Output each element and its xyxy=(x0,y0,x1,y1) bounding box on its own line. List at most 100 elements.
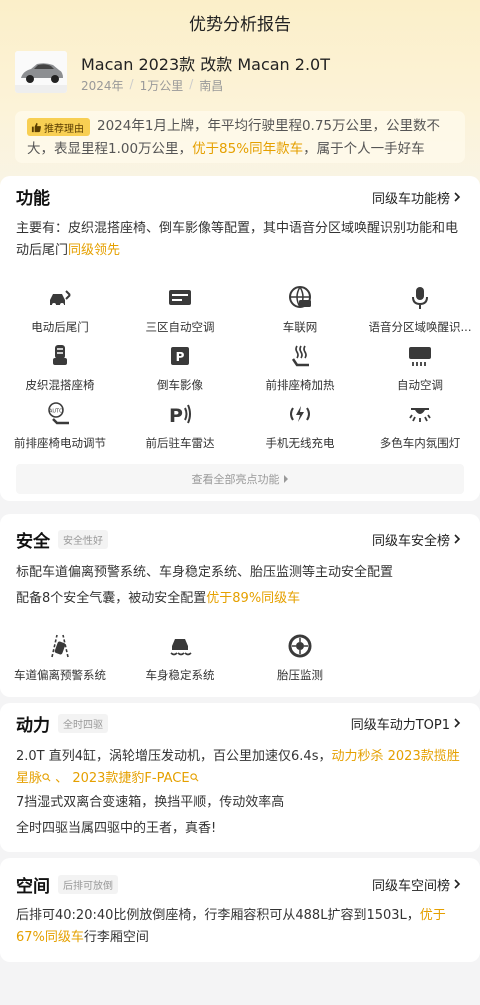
function-card: 功能 同级车功能榜 主要有：皮织混搭座椅、倒车影像等配置，其中语音分区域唤醒识别… xyxy=(0,176,480,501)
feature-item[interactable]: 皮织混搭座椅 xyxy=(0,343,120,401)
function-feature-grid: 电动后尾门 三区自动空调 车联网 语音分区域唤醒识... 皮织混搭座椅 P 倒车… xyxy=(0,285,480,459)
feature-item[interactable]: 车身稳定系统 xyxy=(120,633,240,691)
safety-header: 安全 安全性好 xyxy=(16,524,108,554)
safety-desc-text: 配备8个安全气囊，被动安全配置 xyxy=(16,591,207,606)
meta-divider: / xyxy=(189,77,194,91)
power-badge: 全时四驱 xyxy=(58,713,108,733)
page-title: 优势分析报告 xyxy=(189,15,291,35)
ambient-light-icon xyxy=(409,408,431,422)
safety-desc-highlight: 优于89%同级车 xyxy=(206,591,301,606)
safety-title: 安全 xyxy=(16,531,50,552)
tire-pressure-icon xyxy=(288,634,312,658)
function-desc-highlight: 同级领先 xyxy=(68,243,121,258)
feature-item[interactable]: AUTO 前排座椅电动调节 xyxy=(0,401,120,459)
feature-item[interactable]: 多色车内氛围灯 xyxy=(360,401,480,459)
connected-car-icon xyxy=(289,286,311,308)
recommend-tag-label: 推荐理由 xyxy=(44,123,84,135)
parking-radar-icon: P xyxy=(169,404,191,427)
feature-label: 胎压监测 xyxy=(277,668,323,682)
power-rank-label: 同级车动力TOP1 xyxy=(350,717,450,733)
safety-desc-line1: 标配车道偏离预警系统、车身稳定系统、胎压监测等主动安全配置 xyxy=(16,565,394,580)
auto-ac-icon xyxy=(409,347,431,366)
power-desc-line3: 全时四驱当属四驱中的王者，真香! xyxy=(16,821,217,836)
seat-heat-icon xyxy=(291,345,309,367)
space-rank-link[interactable]: 同级车空间榜 xyxy=(372,869,462,899)
feature-label: 三区自动空调 xyxy=(145,320,215,334)
power-title: 动力 xyxy=(16,715,50,736)
space-desc: 后排可40:20:40比例放倒座椅，行李厢容积可从488L扩容到1503L，优于… xyxy=(16,905,464,949)
feature-label: 前排座椅电动调节 xyxy=(14,436,106,450)
power-rank-link[interactable]: 同级车动力TOP1 xyxy=(351,708,462,738)
feature-label: 电动后尾门 xyxy=(31,320,89,334)
recommend-text: 2024年1月上牌，年平均行驶里程0.75万公里，公里数不大，表显里程1.00万… xyxy=(27,115,455,161)
function-desc: 主要有：皮织混搭座椅、倒车影像等配置，其中语音分区域唤醒识别功能和电动后尾门同级… xyxy=(16,218,464,262)
car-thumbnail[interactable] xyxy=(15,51,67,93)
car-year: 2024年 xyxy=(81,79,124,93)
feature-item[interactable]: 车联网 xyxy=(240,285,360,343)
car-mileage: 1万公里 xyxy=(139,79,184,93)
feature-item[interactable]: 前排座椅加热 xyxy=(240,343,360,401)
power-desc-line2: 7挡湿式双离合变速箱，换挡平顺，传动效率高 xyxy=(16,795,285,810)
chevron-right-icon xyxy=(454,534,461,544)
feature-item[interactable]: P 前后驻车雷达 xyxy=(120,401,240,459)
feature-label: 皮织混搭座椅 xyxy=(25,378,95,392)
space-badge: 后排可放倒 xyxy=(58,874,118,894)
car-name: Macan 2023款 改款 Macan 2.0T xyxy=(81,55,330,74)
space-rank-label: 同级车空间榜 xyxy=(371,878,450,894)
svg-text:AUTO: AUTO xyxy=(49,409,63,415)
feature-label: 车联网 xyxy=(282,320,318,334)
feature-item[interactable]: 自动空调 xyxy=(360,343,480,401)
recommend-highlight: 优于85%同年款车 xyxy=(192,141,304,157)
tailgate-icon xyxy=(50,290,71,307)
chevron-right-icon xyxy=(454,192,461,202)
safety-rank-label: 同级车安全榜 xyxy=(371,533,450,549)
car-meta: 2024年 / 1万公里 / 南昌 xyxy=(81,77,223,94)
power-desc-text: 2.0T 直列4缸，涡轮增压发动机，百公里加速仅6.4s， xyxy=(16,749,332,764)
power-header: 动力 全时四驱 xyxy=(16,708,108,738)
power-desc-line1: 2.0T 直列4缸，涡轮增压发动机，百公里加速仅6.4s，动力秒杀 2023款揽… xyxy=(16,746,464,790)
safety-desc-line2: 配备8个安全气囊，被动安全配置优于89%同级车 xyxy=(16,588,464,610)
power-card: 动力 全时四驱 同级车动力TOP1 2.0T 直列4缸，涡轮增压发动机，百公里加… xyxy=(0,703,480,852)
feature-label: 车身稳定系统 xyxy=(145,668,215,682)
reverse-camera-icon: P xyxy=(171,347,189,365)
view-all-features-button[interactable]: 查看全部亮点功能 xyxy=(16,464,464,494)
space-card: 空间 后排可放倒 同级车空间榜 后排可40:20:40比例放倒座椅，行李厢容积可… xyxy=(0,858,480,962)
space-title: 空间 xyxy=(16,876,50,897)
lane-departure-icon xyxy=(51,634,69,658)
search-icon xyxy=(189,773,199,782)
feature-item[interactable]: 手机无线充电 xyxy=(240,401,360,459)
feature-label: 多色车内氛围灯 xyxy=(379,436,461,450)
feature-label: 前后驻车雷达 xyxy=(145,436,215,450)
safety-card: 安全 安全性好 同级车安全榜 标配车道偏离预警系统、车身稳定系统、胎压监测等主动… xyxy=(0,514,480,697)
power-desc-highlight: 动力秒杀 xyxy=(331,749,384,764)
svg-text:P: P xyxy=(169,405,183,427)
compare-label: 2023款捷豹F-PACE xyxy=(72,771,190,786)
feature-item[interactable]: 胎压监测 xyxy=(240,633,360,691)
seat-icon xyxy=(53,345,67,365)
feature-label: 前排座椅加热 xyxy=(265,378,335,392)
compare-separator: 、 xyxy=(55,771,69,786)
stability-icon xyxy=(170,639,192,656)
recommend-text-end: ，属于个人一手好车 xyxy=(303,141,425,157)
safety-badge: 安全性好 xyxy=(58,529,108,549)
safety-rank-link[interactable]: 同级车安全榜 xyxy=(372,524,462,554)
feature-item[interactable]: 电动后尾门 xyxy=(0,285,120,343)
feature-item[interactable]: P 倒车影像 xyxy=(120,343,240,401)
view-all-label: 查看全部亮点功能 xyxy=(191,473,280,486)
caret-right-icon xyxy=(283,475,288,483)
feature-item[interactable]: 语音分区域唤醒识... xyxy=(360,285,480,343)
ac-icon xyxy=(169,290,191,305)
feature-item[interactable]: 车道偏离预警系统 xyxy=(0,633,120,691)
feature-item[interactable]: 三区自动空调 xyxy=(120,285,240,343)
search-icon xyxy=(42,773,51,782)
function-rank-link[interactable]: 同级车功能榜 xyxy=(372,182,462,212)
recommend-reason-box: 2024年1月上牌，年平均行驶里程0.75万公里，公里数不大，表显里程1.00万… xyxy=(15,111,465,163)
svg-text:P: P xyxy=(176,350,185,364)
recommend-tag: 推荐理由 xyxy=(27,118,90,136)
function-rank-label: 同级车功能榜 xyxy=(371,191,450,207)
thumbs-up-icon xyxy=(31,122,41,132)
compare-link[interactable]: 2023款捷豹F-PACE xyxy=(72,771,199,786)
meta-divider: / xyxy=(129,77,134,91)
chevron-right-icon xyxy=(454,879,461,889)
space-header: 空间 后排可放倒 xyxy=(16,869,118,899)
